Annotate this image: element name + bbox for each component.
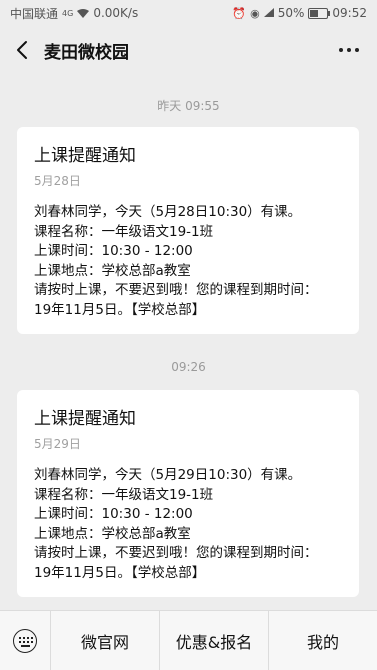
alarm-icon: ⏰: [232, 6, 247, 20]
message-timestamp: 昨天 09:55: [157, 99, 220, 113]
back-button[interactable]: [2, 26, 42, 74]
card-line: 上课时间：10:30 - 12:00: [34, 506, 193, 522]
network-label: 4G: [62, 8, 74, 18]
network-speed: 0.00K/s: [93, 6, 139, 20]
keyboard-button[interactable]: [0, 611, 50, 670]
notification-card[interactable]: 上课提醒通知 5月29日 刘春林同学，今天（5月29日10:30）有课。 课程名…: [17, 390, 359, 597]
keyboard-icon: [13, 628, 37, 653]
message-timestamp: 09:26: [171, 360, 206, 374]
signal-icon: [263, 6, 274, 20]
card-title: 上课提醒通知: [34, 146, 136, 166]
card-body: 刘春林同学，今天（5月29日10:30）有课。 课程名称：一年级语文19-1班 …: [34, 466, 342, 583]
card-line: 请按时上课，不要迟到哦！您的课程到期时间：: [34, 282, 318, 298]
more-button[interactable]: [335, 38, 363, 62]
card-line: 19年11月5日。【学校总部】: [34, 564, 206, 581]
card-line: 刘春林同学，今天（5月29日10:30）有课。: [34, 467, 302, 483]
back-arrow-icon: [17, 41, 27, 59]
card-line: 请按时上课，不要迟到哦！您的课程到期时间：: [34, 545, 318, 561]
card-date: 5月28日: [34, 174, 81, 188]
menu-item-mine[interactable]: 我的: [268, 611, 377, 670]
battery-percent: 50%: [277, 6, 305, 20]
card-line: 上课地点：学校总部a教室: [34, 525, 191, 542]
card-body: 刘春林同学，今天（5月28日10:30）有课。 课程名称：一年级语文19-1班 …: [34, 203, 342, 320]
card-date: 5月29日: [34, 437, 81, 451]
chat-header: 麦田微校园: [0, 26, 377, 74]
menu-item-offers-signup[interactable]: 优惠&报名: [159, 611, 268, 670]
page-title: 麦田微校园: [44, 42, 129, 63]
notification-card[interactable]: 上课提醒通知 5月28日 刘春林同学，今天（5月28日10:30）有课。 课程名…: [17, 127, 359, 334]
more-dots-icon: [339, 48, 343, 52]
bottom-menu: 微官网 优惠&报名 我的: [0, 610, 377, 670]
card-line: 上课时间：10:30 - 12:00: [34, 243, 193, 259]
wifi-icon: [77, 8, 90, 18]
card-title: 上课提醒通知: [34, 409, 136, 429]
card-line: 课程名称：一年级语文19-1班: [34, 486, 214, 503]
eye-icon: ◉: [250, 6, 260, 20]
status-bar: 中国联通 4G 0.00K/s ⏰ ◉ 50% 09:52: [0, 0, 377, 26]
carrier-label: 中国联通: [10, 6, 59, 21]
card-line: 上课地点：学校总部a教室: [34, 262, 191, 279]
card-line: 刘春林同学，今天（5月28日10:30）有课。: [34, 204, 302, 220]
card-line: 课程名称：一年级语文19-1班: [34, 223, 214, 240]
battery-icon: [308, 7, 331, 19]
clock: 09:52: [332, 6, 367, 20]
card-line: 19年11月5日。【学校总部】: [34, 301, 206, 318]
menu-item-website[interactable]: 微官网: [50, 611, 159, 670]
